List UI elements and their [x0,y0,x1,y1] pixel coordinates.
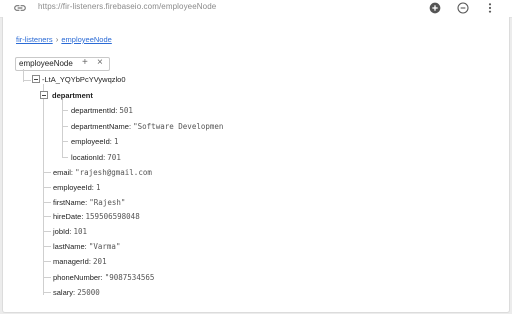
tree-line [62,99,63,157]
node-chip[interactable]: employeeNode + × [15,57,110,71]
browser-toolbar: https://fir-listeners.firebaseio.com/emp… [0,0,512,18]
field-key: employeeId: [71,137,112,146]
field-value: "9087534565 [104,273,155,282]
breadcrumb-separator: › [55,35,59,44]
field-value: 701 [107,153,121,162]
field-key: firstName: [53,198,88,207]
field-key: departmentId: [71,106,118,115]
tree-line [43,216,51,217]
field-value: 101 [73,227,87,236]
tree-row-lastname[interactable]: lastName: "Varma" [53,242,120,251]
tree-line [43,246,51,247]
field-value: "Rajesh" [89,198,126,207]
tree-line [62,110,68,111]
tree-row-phonenumber[interactable]: phoneNumber: "9087534565 [53,273,154,282]
breadcrumb-item-fir-listeners[interactable]: fir-listeners [16,35,53,44]
root-key[interactable]: -LtA_YQYbPcYVywqzlo0 [42,75,126,84]
tree-line [43,84,44,295]
tree-line [43,292,51,293]
tree-line [23,80,31,81]
field-key: phoneNumber: [53,273,103,282]
tree-row-salary[interactable]: salary: 25000 [53,288,100,297]
tree-row-jobid[interactable]: jobId: 101 [53,227,87,236]
tree-line [62,141,68,142]
field-value: 1 [95,183,101,192]
tree-line [43,172,51,173]
field-value: "Software Developmen [133,122,224,131]
tree-row-email[interactable]: email: "rajesh@gmail.com [53,168,152,177]
tree-row-departmentname[interactable]: departmentName: "Software Developmen [71,122,223,131]
field-value: 201 [93,257,107,266]
tree-line [43,277,51,278]
tree-line [62,157,68,158]
field-key: lastName: [53,242,87,251]
tree-row-employeeid[interactable]: employeeId: 1 [53,183,100,192]
collapse-toggle-department[interactable] [40,91,48,99]
tree-row-employeeid[interactable]: employeeId: 1 [71,137,118,146]
tree-line [43,231,51,232]
tree-line [43,202,51,203]
close-icon[interactable]: × [97,57,103,68]
url-text[interactable]: https://fir-listeners.firebaseio.com/emp… [38,2,216,11]
link-icon[interactable] [12,1,28,15]
field-key: employeeId: [53,183,94,192]
add-child-icon[interactable]: + [82,57,88,68]
tree-row-managerid[interactable]: managerId: 201 [53,257,107,266]
tree-row-locationid[interactable]: locationId: 701 [71,153,121,162]
tree-row-hiredate[interactable]: hireDate: 159506598048 [53,212,140,221]
more-vert-icon[interactable] [482,0,498,16]
remove-circle-icon[interactable] [455,0,471,16]
tree-line [43,187,51,188]
tree-line [43,261,51,262]
breadcrumb: fir-listeners › employeeNode [16,35,112,44]
field-value: "rajesh@gmail.com [75,168,152,177]
collapse-toggle-root[interactable] [32,75,40,83]
tree-line [62,126,68,127]
field-key: salary: [53,288,76,297]
field-key: hireDate: [53,212,84,221]
field-value: 25000 [77,288,100,297]
field-key: jobId: [53,227,72,236]
tree-row-departmentid[interactable]: departmentId: 501 [71,106,133,115]
breadcrumb-item-employeenode[interactable]: employeeNode [61,35,111,44]
tree-row-firstname[interactable]: firstName: "Rajesh" [53,198,125,207]
field-key: email: [53,168,74,177]
field-key: locationId: [71,153,106,162]
field-value: 159506598048 [85,212,140,221]
department-key[interactable]: department [52,91,93,100]
add-circle-icon[interactable] [427,0,443,16]
node-chip-label: employeeNode [19,59,73,68]
field-key: managerId: [53,257,91,266]
field-value: 1 [113,137,119,146]
field-value: "Varma" [88,242,121,251]
field-key: departmentName: [71,122,132,131]
field-value: 501 [119,106,133,115]
